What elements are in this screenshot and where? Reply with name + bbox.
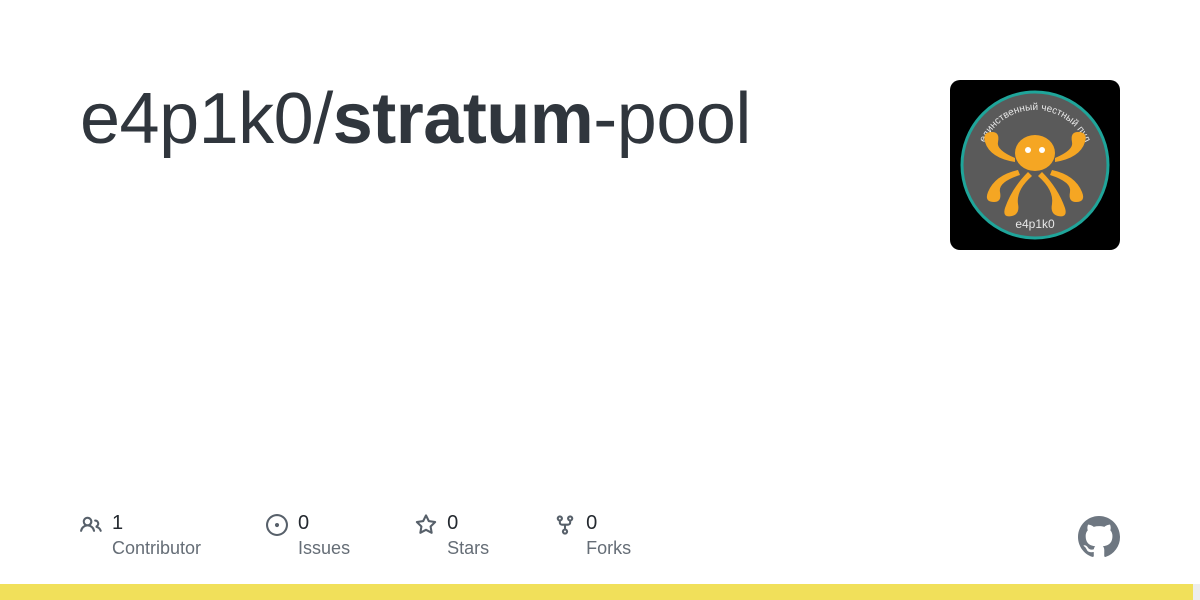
stars-label: Stars <box>447 537 489 560</box>
repo-name-bold[interactable]: stratum <box>333 79 594 159</box>
header: e4p1k0/stratum-pool единственный честный… <box>80 80 1120 250</box>
stat-stars[interactable]: 0 Stars <box>415 511 489 560</box>
repo-card: e4p1k0/stratum-pool единственный честный… <box>0 0 1200 600</box>
title-separator: / <box>313 79 333 159</box>
contributors-label: Contributor <box>112 537 201 560</box>
stat-text: 0 Forks <box>586 511 631 560</box>
people-icon <box>80 514 102 536</box>
repo-name-rest[interactable]: -pool <box>593 79 751 159</box>
stat-text: 1 Contributor <box>112 511 201 560</box>
stars-count: 0 <box>447 511 489 535</box>
star-icon <box>415 514 437 536</box>
repo-title-block: e4p1k0/stratum-pool <box>80 80 751 159</box>
issue-icon <box>266 514 288 536</box>
stat-forks[interactable]: 0 Forks <box>554 511 631 560</box>
language-bar <box>0 584 1200 600</box>
forks-label: Forks <box>586 537 631 560</box>
stat-text: 0 Issues <box>298 511 350 560</box>
fork-icon <box>554 514 576 536</box>
repo-owner[interactable]: e4p1k0 <box>80 79 313 159</box>
stats-row: 1 Contributor 0 Issues 0 Stars <box>80 511 631 560</box>
language-segment <box>0 584 1193 600</box>
forks-count: 0 <box>586 511 631 535</box>
octopus-icon: единственный честный пул e4p1k0 <box>950 80 1120 250</box>
avatar[interactable]: единственный честный пул e4p1k0 <box>950 80 1120 250</box>
issues-count: 0 <box>298 511 350 535</box>
stat-contributors[interactable]: 1 Contributor <box>80 511 201 560</box>
github-logo-icon[interactable] <box>1078 516 1120 558</box>
stat-issues[interactable]: 0 Issues <box>266 511 350 560</box>
repo-title: e4p1k0/stratum-pool <box>80 80 751 159</box>
language-segment <box>1193 584 1200 600</box>
issues-label: Issues <box>298 537 350 560</box>
contributors-count: 1 <box>112 511 201 535</box>
stat-text: 0 Stars <box>447 511 489 560</box>
avatar-bottom-text: e4p1k0 <box>1015 217 1055 231</box>
